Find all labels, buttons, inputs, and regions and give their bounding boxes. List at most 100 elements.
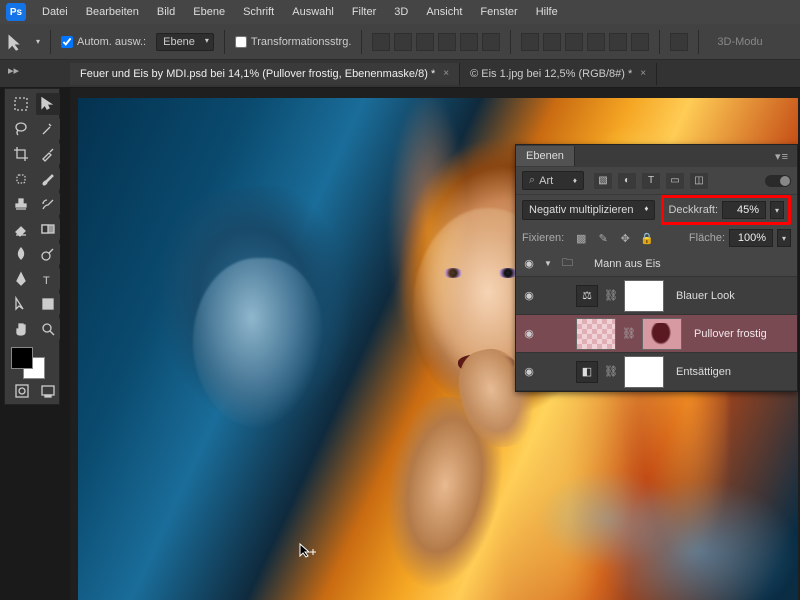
lasso-tool-icon[interactable] <box>9 118 33 140</box>
align-hmid-icon[interactable] <box>460 33 478 51</box>
eyedropper-tool-icon[interactable] <box>36 143 60 165</box>
dist-left-icon[interactable] <box>587 33 605 51</box>
mask-thumb[interactable] <box>624 280 664 312</box>
blend-mode-select[interactable]: Negativ multiplizieren♦ <box>522 200 655 220</box>
history-brush-tool-icon[interactable] <box>36 193 60 215</box>
layer-name[interactable]: Entsättigen <box>670 366 793 378</box>
dist-bottom-icon[interactable] <box>565 33 583 51</box>
filter-switch[interactable] <box>765 175 791 187</box>
align-top-icon[interactable] <box>372 33 390 51</box>
collapse-icon[interactable]: ▸▸ <box>8 64 22 77</box>
menu-ebene[interactable]: Ebene <box>185 3 233 21</box>
menu-3d[interactable]: 3D <box>386 3 416 21</box>
dodge-tool-icon[interactable] <box>36 243 60 265</box>
zoom-tool-icon[interactable] <box>36 318 60 340</box>
brush-tool-icon[interactable] <box>36 168 60 190</box>
crop-tool-icon[interactable] <box>9 143 33 165</box>
layer-name[interactable]: Blauer Look <box>670 290 793 302</box>
menu-fenster[interactable]: Fenster <box>472 3 525 21</box>
lock-all-icon[interactable]: 🔒 <box>638 230 656 246</box>
close-icon[interactable]: × <box>443 68 449 79</box>
link-mask-icon[interactable]: ⛓ <box>622 327 636 340</box>
dist-vmid-icon[interactable] <box>543 33 561 51</box>
link-mask-icon[interactable]: ⛓ <box>604 365 618 378</box>
link-mask-icon[interactable]: ⛓ <box>604 289 618 302</box>
screenmode-icon[interactable] <box>38 382 58 400</box>
align-left-icon[interactable] <box>438 33 456 51</box>
fill-input[interactable]: 100% <box>729 229 773 247</box>
blend-opacity-row: Negativ multiplizieren♦ Deckkraft: 45% ▾ <box>516 195 797 225</box>
heal-tool-icon[interactable] <box>9 168 33 190</box>
filter-type-icon[interactable]: T <box>642 173 660 189</box>
type-tool-icon[interactable]: T <box>36 268 60 290</box>
wand-tool-icon[interactable] <box>36 118 60 140</box>
menu-bild[interactable]: Bild <box>149 3 183 21</box>
visibility-icon[interactable]: ◉ <box>520 363 538 381</box>
blur-tool-icon[interactable] <box>9 243 33 265</box>
layer-row-selected[interactable]: ◉ ⛓ Pullover frostig <box>516 315 797 353</box>
filter-kind-label: Art <box>539 175 553 187</box>
filter-adjust-icon[interactable]: ◐ <box>618 173 636 189</box>
align-bottom-icon[interactable] <box>416 33 434 51</box>
auto-align-icon[interactable] <box>670 33 688 51</box>
opacity-input[interactable]: 45% <box>722 201 766 219</box>
dist-top-icon[interactable] <box>521 33 539 51</box>
visibility-icon[interactable]: ◉ <box>520 287 538 305</box>
doc-tab[interactable]: © Eis 1.jpg bei 12,5% (RGB/8#) * × <box>460 63 657 85</box>
pen-tool-icon[interactable] <box>9 268 33 290</box>
fill-dd-icon[interactable]: ▾ <box>777 229 791 247</box>
menu-filter[interactable]: Filter <box>344 3 384 21</box>
menubar: Ps Datei Bearbeiten Bild Ebene Schrift A… <box>0 0 800 24</box>
transform-controls-input[interactable] <box>235 36 247 48</box>
panel-menu-icon[interactable]: ▾≡ <box>767 150 797 163</box>
doc-tab-active[interactable]: Feuer und Eis by MDI.psd bei 14,1% (Pull… <box>70 63 460 85</box>
lock-pixels-icon[interactable]: ✎ <box>594 230 612 246</box>
path-select-tool-icon[interactable] <box>9 293 33 315</box>
menu-bearbeiten[interactable]: Bearbeiten <box>78 3 147 21</box>
filter-kind-select[interactable]: Art♦ <box>522 171 584 190</box>
gradient-tool-icon[interactable] <box>36 218 60 240</box>
layer-name[interactable]: Pullover frostig <box>688 328 793 340</box>
disclosure-icon[interactable]: ▼ <box>544 259 556 268</box>
hand-tool-icon[interactable] <box>9 318 33 340</box>
visibility-icon[interactable]: ◉ <box>520 255 538 273</box>
layer-row[interactable]: ◉ ⚖ ⛓ Blauer Look <box>516 277 797 315</box>
lock-transparent-icon[interactable]: ▩ <box>572 230 590 246</box>
close-icon[interactable]: × <box>640 68 646 79</box>
color-swatches[interactable] <box>9 347 60 377</box>
menu-datei[interactable]: Datei <box>34 3 76 21</box>
layer-group[interactable]: ◉ ▼ 🗀 Mann aus Eis <box>516 251 797 277</box>
move-tool-icon[interactable] <box>36 93 60 115</box>
menu-schrift[interactable]: Schrift <box>235 3 282 21</box>
quickmask-icon[interactable] <box>12 382 32 400</box>
transform-controls-checkbox[interactable]: Transformationsstrg. <box>235 36 351 48</box>
mask-thumb[interactable] <box>624 356 664 388</box>
opacity-dd-icon[interactable]: ▾ <box>770 201 784 219</box>
align-vmid-icon[interactable] <box>394 33 412 51</box>
eraser-tool-icon[interactable] <box>9 218 33 240</box>
auto-select-checkbox[interactable]: Autom. ausw.: <box>61 36 146 48</box>
lock-position-icon[interactable]: ✥ <box>616 230 634 246</box>
layer-thumb[interactable] <box>576 318 616 350</box>
panel-tab-ebenen[interactable]: Ebenen <box>516 146 575 166</box>
stamp-tool-icon[interactable] <box>9 193 33 215</box>
auto-select-input[interactable] <box>61 36 73 48</box>
align-right-icon[interactable] <box>482 33 500 51</box>
filter-shape-icon[interactable]: ▭ <box>666 173 684 189</box>
options-dd-icon[interactable]: ▾ <box>36 37 40 46</box>
dist-hmid-icon[interactable] <box>609 33 627 51</box>
fg-color-swatch[interactable] <box>11 347 33 369</box>
menu-auswahl[interactable]: Auswahl <box>284 3 342 21</box>
visibility-icon[interactable]: ◉ <box>520 325 538 343</box>
menu-ansicht[interactable]: Ansicht <box>418 3 470 21</box>
auto-select-mode-select[interactable]: Ebene <box>156 33 214 51</box>
shape-tool-icon[interactable] <box>36 293 60 315</box>
filter-smart-icon[interactable]: ◫ <box>690 173 708 189</box>
layer-row[interactable]: ◉ ◧ ⛓ Entsättigen <box>516 353 797 391</box>
mask-thumb[interactable] <box>642 318 682 350</box>
dist-right-icon[interactable] <box>631 33 649 51</box>
menu-hilfe[interactable]: Hilfe <box>528 3 566 21</box>
layer-name[interactable]: Mann aus Eis <box>588 258 793 270</box>
filter-pixel-icon[interactable]: ▧ <box>594 173 612 189</box>
marquee-tool-icon[interactable] <box>9 93 33 115</box>
